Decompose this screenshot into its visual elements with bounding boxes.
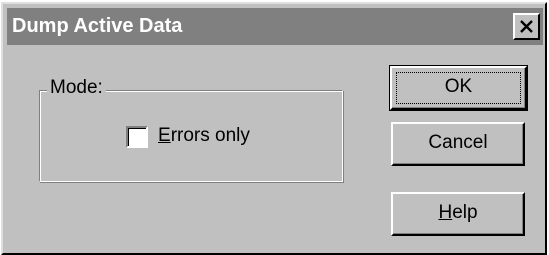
mode-group-label: Mode: [47,77,106,99]
close-icon [520,20,533,33]
dialog-title: Dump Active Data [12,15,183,37]
ok-button[interactable]: OK [389,65,528,111]
help-mnemonic: H [438,202,453,223]
cancel-button[interactable]: Cancel [391,122,525,166]
ok-focus-rect [396,72,521,104]
errors-only-label[interactable]: Errors only [158,125,250,147]
help-button-label: Help [393,194,523,224]
errors-only-mnemonic: E [158,125,171,146]
errors-only-label-text: rrors only [170,125,250,146]
errors-only-checkbox[interactable] [126,126,148,148]
close-button[interactable] [513,13,540,40]
cancel-button-label: Cancel [428,132,488,153]
help-button[interactable]: Help [391,192,525,236]
title-bar: Dump Active Data [7,8,543,45]
help-label-text: elp [452,202,478,223]
